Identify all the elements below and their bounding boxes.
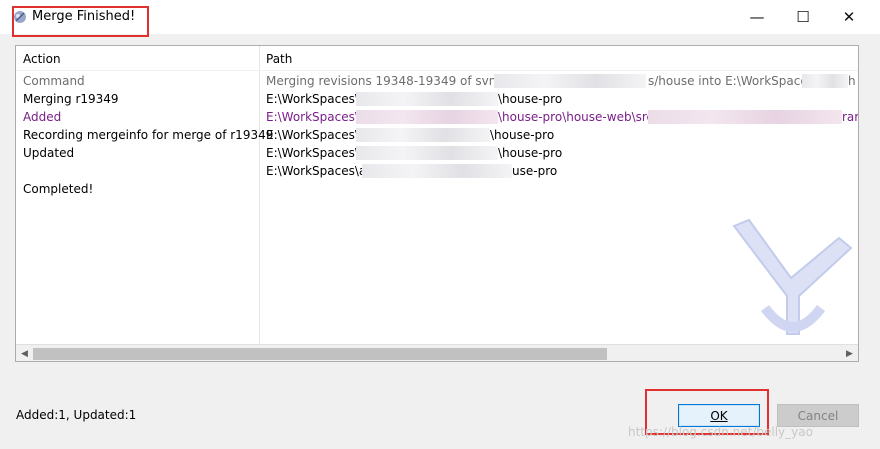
row-path: E:\WorkSpaces\ [266,128,359,142]
column-divider[interactable] [259,46,260,344]
row-path-tail: \house-pro [498,146,563,160]
column-header-path[interactable]: Path [266,52,292,66]
redacted-blur [356,128,490,142]
row-path: E:\WorkSpaces\ [266,110,359,124]
row-path-tail: rar [842,110,859,124]
redacted-blur [356,92,498,106]
status-summary: Added:1, Updated:1 [16,408,137,422]
merge-arrow-watermark-icon [732,218,853,335]
title-highlight-box [12,6,149,37]
row-path-tail: s/house into E:\WorkSpaces [648,74,814,88]
row-action: Recording mergeinfo for merge of r19349 [23,128,274,142]
row-path-tail: \house-pro [490,128,555,142]
header-separator [16,70,858,71]
row-path-tail: \house-pro [498,92,563,106]
row-action: Updated [23,146,75,160]
row-action: Command [23,74,85,88]
row-path: E:\WorkSpaces\ [266,92,359,106]
scrollbar-thumb[interactable] [33,348,607,360]
redacted-blur [362,164,512,178]
row-path-tail: h [848,74,856,88]
close-button[interactable]: ✕ [826,0,872,34]
row-action: Completed! [23,182,94,196]
column-header-action[interactable]: Action [23,52,61,66]
row-path: E:\WorkSpaces\a [266,164,367,178]
scroll-left-icon[interactable]: ◀ [16,345,33,361]
redacted-blur [494,74,646,88]
redacted-blur [356,146,498,160]
row-path: Merging revisions 19348-19349 of svn:/ [266,74,505,88]
row-action: Added [23,110,62,124]
row-path: E:\WorkSpaces\ [266,146,359,160]
cancel-button[interactable]: Cancel [777,404,859,427]
cancel-button-label: Cancel [797,408,839,423]
row-path-tail: use-pro [512,164,558,178]
row-action: Merging r19349 [23,92,119,106]
row-path-tail: \house-pro\house-web\src\ [498,110,658,124]
redacted-blur [356,110,498,124]
scroll-right-icon[interactable]: ▶ [841,345,858,361]
redacted-blur [648,110,842,124]
watermark-credit: https://blog.csdn.net/belly_yao [628,425,813,439]
minimize-button[interactable]: — [734,0,780,34]
maximize-button[interactable]: ☐ [780,0,826,34]
horizontal-scrollbar[interactable]: ◀ ▶ [16,344,858,361]
merge-results-list[interactable]: Action Path Command Merging revisions 19… [15,45,859,362]
redacted-blur [802,74,848,88]
